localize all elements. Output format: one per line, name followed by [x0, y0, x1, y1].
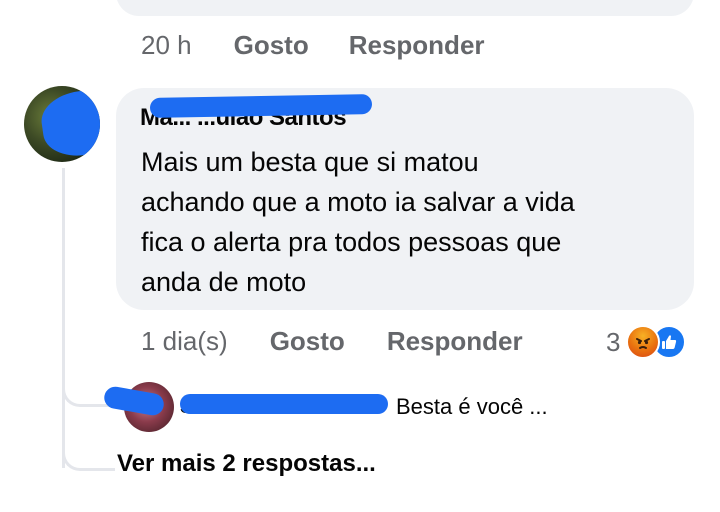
comment-line: Mais um besta que si matou	[141, 147, 479, 177]
more-replies-connector	[62, 434, 115, 471]
previous-comment-actions: 20 h Gosto Responder	[141, 30, 485, 61]
reaction-summary[interactable]: 3	[606, 325, 687, 359]
like-button[interactable]: Gosto	[270, 326, 345, 357]
previous-comment-bubble	[116, 0, 694, 16]
reply-button[interactable]: Responder	[387, 326, 523, 357]
reply-text: Besta é você ...	[396, 394, 548, 419]
previous-like-button[interactable]: Gosto	[234, 30, 309, 61]
reply-author-redaction	[180, 394, 388, 414]
view-more-replies-link[interactable]: Ver mais 2 respostas...	[117, 450, 376, 478]
previous-reply-button[interactable]: Responder	[349, 30, 485, 61]
comment-line: fica o alerta pra todos pessoas que	[141, 227, 562, 257]
thread-line	[62, 168, 65, 468]
comment-line: anda de moto	[141, 267, 307, 297]
comment-line: achando que a moto ia salvar a vida	[141, 187, 575, 217]
comment-actions: 1 dia(s) Gosto Responder	[141, 326, 523, 357]
comment-text: Mais um besta que si matou achando que a…	[141, 142, 681, 302]
reply-item[interactable]: S Besta é você ...	[102, 382, 590, 432]
avatar-redaction	[38, 86, 100, 161]
reaction-count: 3	[606, 326, 621, 357]
comment-time[interactable]: 1 dia(s)	[141, 326, 228, 357]
author-redaction	[149, 94, 373, 118]
angry-reaction-icon	[626, 325, 661, 359]
previous-comment-time[interactable]: 20 h	[141, 30, 192, 61]
avatar[interactable]	[24, 86, 100, 162]
